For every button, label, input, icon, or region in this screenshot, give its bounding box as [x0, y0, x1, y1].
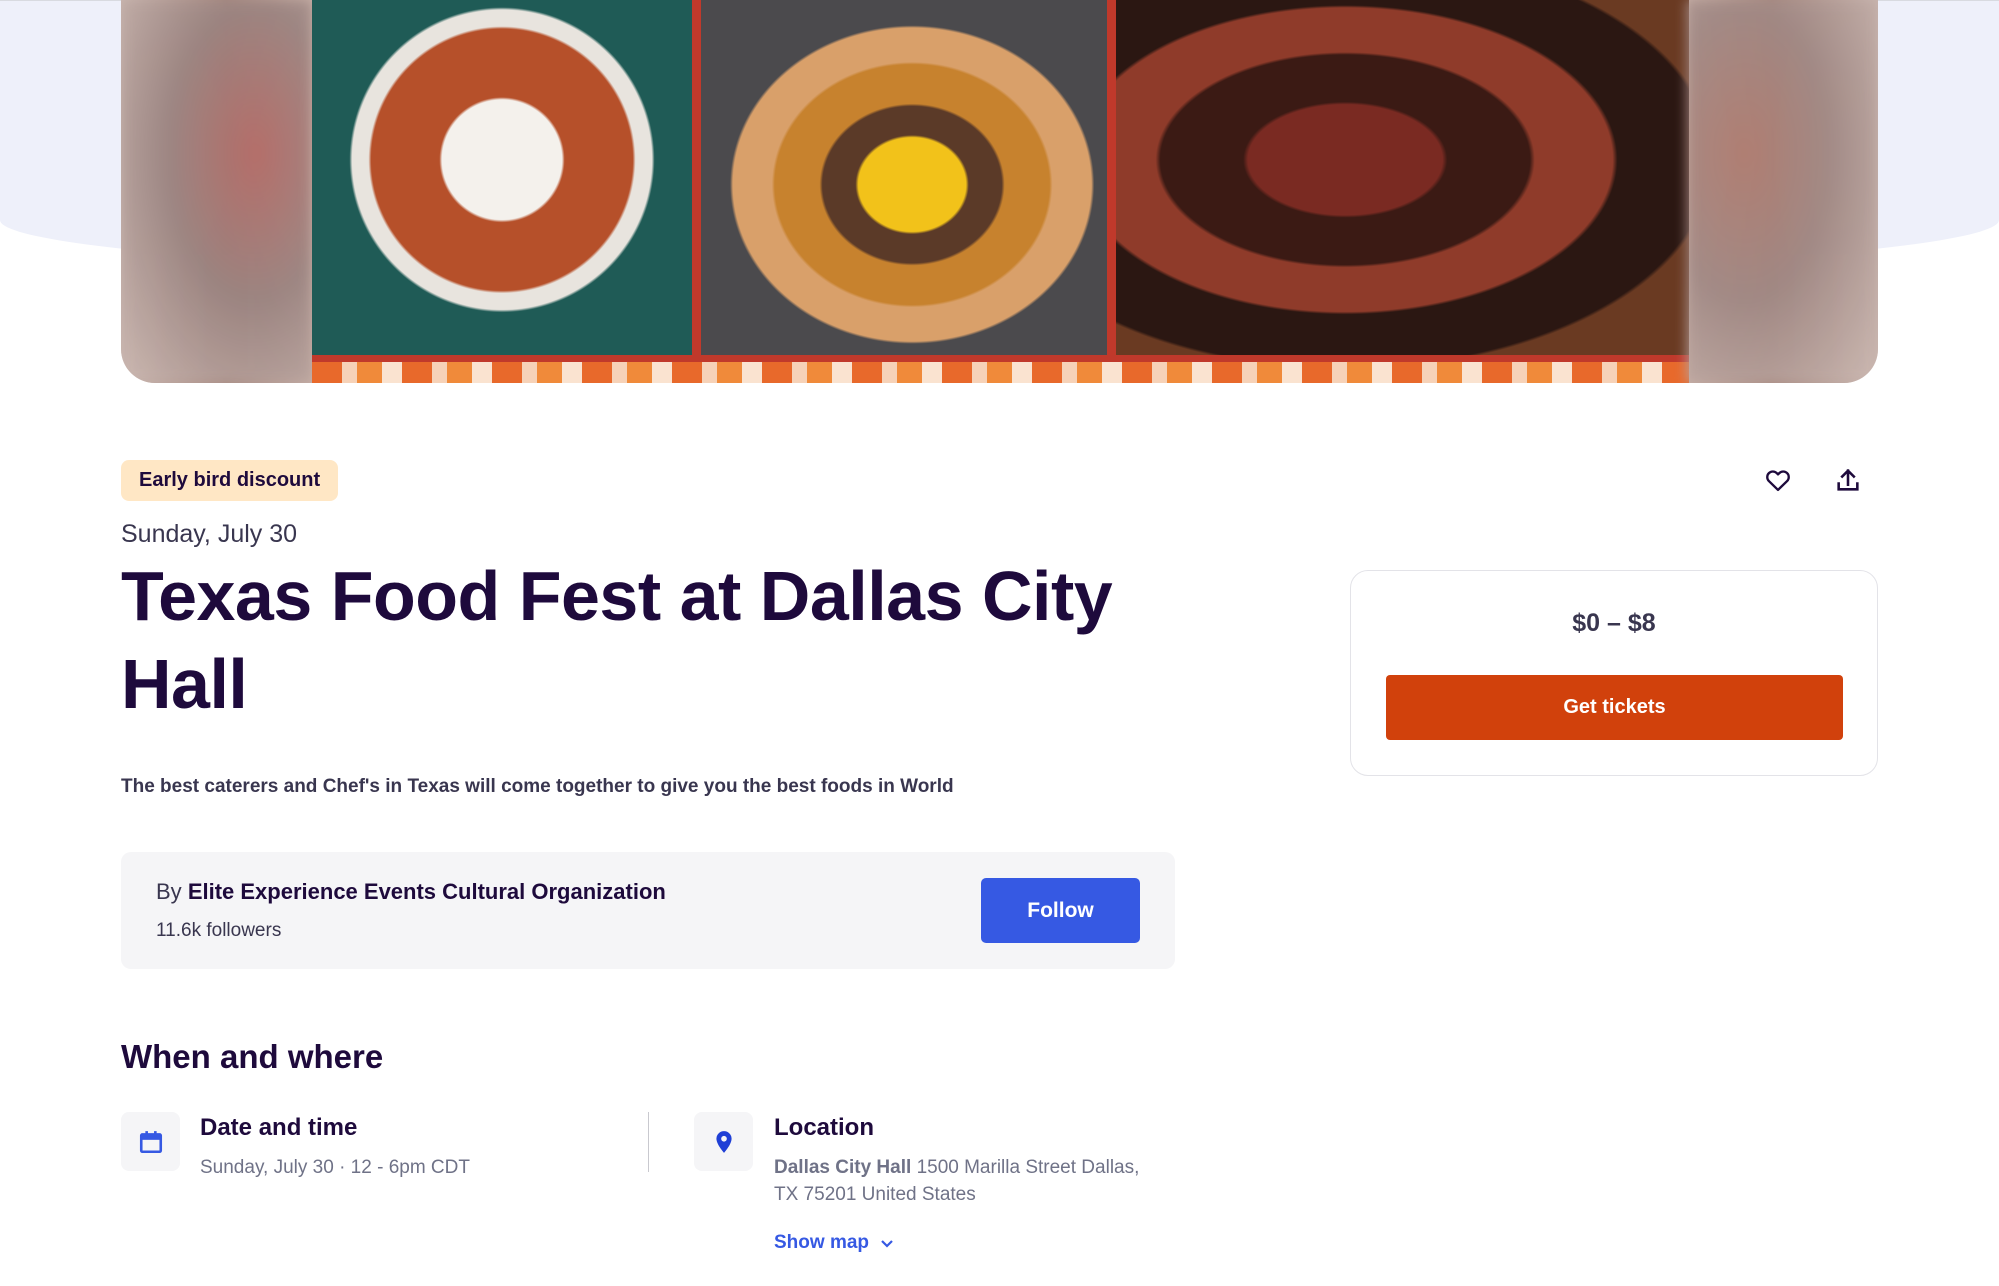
hero-blur-right	[1687, 0, 1878, 383]
event-hero-image	[121, 0, 1878, 383]
map-pin-icon	[715, 1130, 732, 1153]
burger-photo	[701, 0, 1107, 355]
like-button[interactable]	[1758, 460, 1798, 500]
follow-button[interactable]: Follow	[981, 878, 1140, 943]
chevron-down-icon	[881, 1240, 893, 1248]
event-date: Sunday, July 30	[121, 520, 298, 548]
share-button[interactable]	[1828, 460, 1868, 500]
location-heading: Location	[774, 1114, 874, 1141]
organizer-name[interactable]: Elite Experience Events Cultural Organiz…	[188, 879, 666, 904]
event-summary: The best caterers and Chef's in Texas wi…	[121, 776, 954, 797]
hero-photo-collage	[312, 0, 1689, 383]
calendar-icon-box	[121, 1112, 180, 1171]
show-map-link[interactable]: Show map	[774, 1232, 895, 1254]
date-time-value: Sunday, July 30 · 12 - 6pm CDT	[200, 1157, 470, 1178]
when-where-heading: When and where	[121, 1038, 384, 1075]
flame-strip	[312, 362, 1689, 383]
info-divider	[648, 1112, 649, 1172]
heart-icon	[1766, 470, 1790, 492]
location-address-line2: TX 75201 United States	[774, 1184, 976, 1205]
location-icon-box	[694, 1112, 753, 1171]
address-street: 1500 Marilla Street Dallas,	[916, 1157, 1140, 1178]
calendar-icon	[139, 1130, 162, 1153]
ticket-price: $0 – $8	[1572, 609, 1656, 637]
organizer-byline: By Elite Experience Events Cultural Orga…	[156, 879, 666, 905]
location-address: Dallas City Hall 1500 Marilla Street Dal…	[774, 1154, 1174, 1208]
organizer-by-prefix: By	[156, 879, 182, 904]
venue-name: Dallas City Hall	[774, 1157, 912, 1178]
share-icon	[1837, 468, 1859, 491]
funnel-cake-photo	[312, 0, 692, 355]
show-map-label: Show map	[774, 1232, 870, 1253]
event-title: Texas Food Fest at Dallas City Hall	[121, 557, 1113, 723]
early-bird-badge: Early bird discount	[121, 460, 339, 501]
hero-blur-left	[121, 0, 312, 383]
get-tickets-button[interactable]: Get tickets	[1386, 675, 1843, 740]
date-time-heading: Date and time	[200, 1114, 358, 1141]
organizer-followers: 11.6k followers	[156, 920, 282, 941]
location-address-line1: Dallas City Hall 1500 Marilla Street Dal…	[774, 1154, 1174, 1181]
organizer-card: By Elite Experience Events Cultural Orga…	[121, 852, 1175, 969]
bbq-photo	[1116, 0, 1689, 355]
ticket-card: $0 – $8 Get tickets	[1350, 570, 1878, 776]
